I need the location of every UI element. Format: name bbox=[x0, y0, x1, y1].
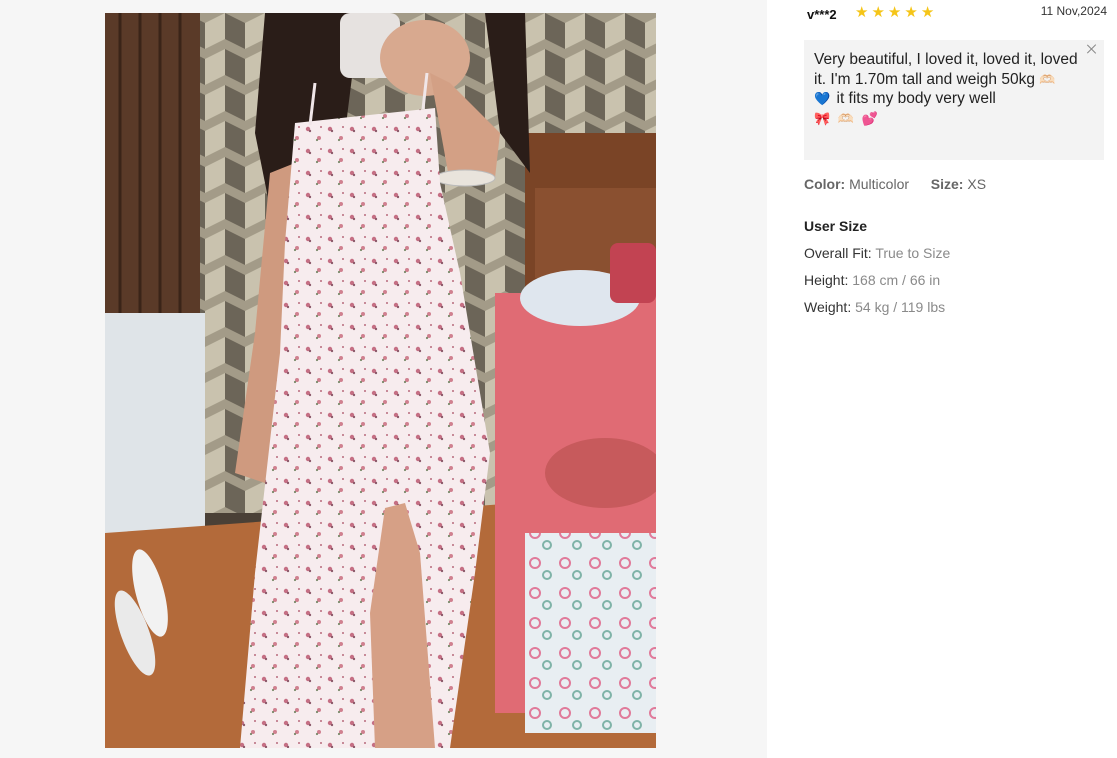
size-row-value: True to Size bbox=[875, 245, 951, 261]
review-emoji-2: 🎀 🫶🏻 💕 bbox=[814, 110, 880, 126]
star-icon: ★ bbox=[871, 4, 885, 21]
size-label: Size: bbox=[930, 176, 964, 192]
size-row-value: 168 cm / 66 in bbox=[852, 272, 941, 288]
size-row-label: Overall Fit: bbox=[804, 245, 872, 261]
size-row-label: Weight: bbox=[804, 299, 852, 315]
rating-stars: ★ ★ ★ ★ ★ bbox=[855, 5, 934, 20]
reviewer-name: v***2 bbox=[807, 7, 837, 22]
close-icon[interactable] bbox=[1086, 43, 1098, 55]
review-text-mid: it fits my body very well bbox=[836, 90, 996, 107]
height-row: Height: 168 cm / 66 in bbox=[804, 272, 940, 288]
star-icon: ★ bbox=[855, 4, 869, 21]
star-icon: ★ bbox=[904, 4, 918, 21]
review-panel: v***2 ★ ★ ★ ★ ★ 11 Nov,2024 Very beautif… bbox=[803, 0, 1107, 758]
weight-row: Weight: 54 kg / 119 lbs bbox=[804, 299, 945, 315]
star-icon: ★ bbox=[887, 4, 902, 21]
user-size-title: User Size bbox=[804, 218, 868, 234]
purchase-attributes: Color: Multicolor Size: XS bbox=[804, 176, 986, 192]
review-photo[interactable] bbox=[105, 13, 656, 748]
size-row-value: 54 kg / 119 lbs bbox=[855, 299, 946, 315]
size-row-label: Height: bbox=[804, 272, 849, 288]
overall-fit-row: Overall Fit: True to Size bbox=[804, 245, 950, 261]
color-label: Color: bbox=[804, 176, 846, 192]
image-gallery bbox=[0, 0, 767, 758]
size-value: XS bbox=[967, 176, 987, 192]
star-icon: ★ bbox=[920, 4, 935, 21]
review-text: Very beautiful, I loved it, loved it, lo… bbox=[814, 50, 1078, 128]
color-value: Multicolor bbox=[849, 176, 910, 192]
review-date: 11 Nov,2024 bbox=[1040, 4, 1107, 18]
review-content-box: Very beautiful, I loved it, loved it, lo… bbox=[804, 40, 1104, 160]
